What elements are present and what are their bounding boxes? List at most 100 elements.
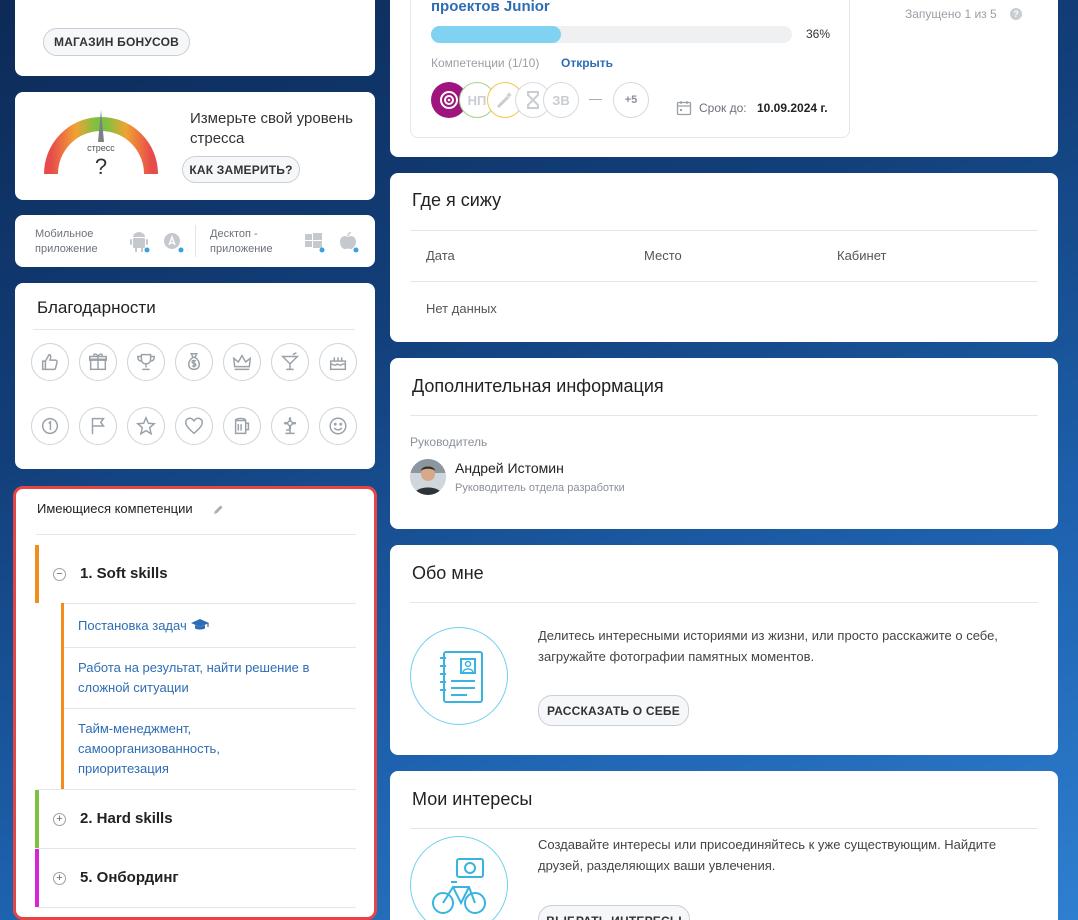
- windows-icon[interactable]: [303, 231, 325, 253]
- competencies-divider: [36, 534, 356, 535]
- seat-col-place: Место: [644, 248, 682, 263]
- manager-name[interactable]: Андрей Истомин: [455, 460, 564, 476]
- group-divider: [38, 789, 356, 790]
- help-icon[interactable]: ?: [1010, 8, 1022, 20]
- about-title: Обо мне: [412, 563, 484, 583]
- seat-header-divider: [410, 281, 1038, 282]
- beer-icon[interactable]: [223, 407, 261, 445]
- about-text: Делитесь интересными историями из жизни,…: [538, 628, 998, 664]
- interests-title: Мои интересы: [412, 789, 533, 809]
- onboarding-color-bar: [35, 849, 39, 907]
- thanks-divider: [33, 329, 355, 330]
- extra-info-card: Дополнительная информация Руководитель А…: [390, 358, 1058, 529]
- seat-col-cabinet: Кабинет: [837, 248, 887, 263]
- competence-chip-zv[interactable]: ЗВ: [543, 82, 579, 118]
- heart-icon[interactable]: [175, 407, 213, 445]
- interests-card: Мои интересы Создавайте интересы или при…: [390, 771, 1058, 920]
- about-card: Обо мне Делитесь интересными историями и…: [390, 545, 1058, 755]
- course-progress-track: [431, 26, 792, 43]
- flower-icon[interactable]: [271, 407, 309, 445]
- gift-icon[interactable]: [79, 343, 117, 381]
- crown-icon[interactable]: [223, 343, 261, 381]
- profile-document-icon: [440, 651, 483, 703]
- soft-skills-color-bar: [35, 545, 39, 603]
- choose-interests-button[interactable]: ВЫБРАТЬ ИНТЕРЕСЫ: [538, 905, 690, 920]
- soft-skills-group-label[interactable]: 1. Soft skills: [80, 565, 168, 582]
- stress-card: стресс ? Измерьте свой уровень стресса К…: [15, 92, 375, 200]
- soft-item-time-management[interactable]: Тайм-менеджмент, самоорганизованность, п…: [78, 719, 248, 779]
- hard-skills-group-label[interactable]: 2. Hard skills: [80, 810, 173, 827]
- bonus-shop-button[interactable]: МАГАЗИН БОНУСОВ: [43, 28, 190, 56]
- course-progress-text: 36%: [806, 27, 831, 41]
- stress-gauge-label: стресс: [87, 143, 115, 153]
- cake-icon[interactable]: [319, 343, 357, 381]
- seat-divider: [410, 230, 1038, 231]
- manager-label: Руководитель: [410, 435, 488, 449]
- apps-divider: [195, 225, 196, 257]
- competencies-card: Имеющиеся компетенции − 1. Soft skills П…: [13, 486, 377, 920]
- money-bag-icon[interactable]: [175, 343, 213, 381]
- soft-item-color-bar: [61, 603, 64, 789]
- apple-icon[interactable]: [337, 231, 359, 253]
- bicycle-camera-icon: [432, 858, 486, 914]
- how-to-measure-button[interactable]: КАК ЗАМЕРИТЬ?: [182, 156, 300, 183]
- flag-icon[interactable]: [79, 407, 117, 445]
- more-competences-button[interactable]: +5: [613, 82, 649, 118]
- seat-empty-text: Нет данных: [426, 301, 497, 316]
- extra-info-title: Дополнительная информация: [412, 376, 664, 396]
- interests-illustration: [410, 836, 508, 920]
- soft-item-task-setting-label[interactable]: Постановка задач: [78, 618, 187, 633]
- group-divider: [38, 848, 356, 849]
- launched-text: Запущено 1 из 5: [905, 7, 997, 21]
- thanks-card: Благодарности: [15, 283, 375, 469]
- course-title[interactable]: проектов Junior: [431, 0, 550, 15]
- onboarding-group-label[interactable]: 5. Онбординг: [80, 869, 179, 886]
- soft-skills-toggle-icon[interactable]: −: [53, 568, 66, 581]
- group-divider: [61, 603, 356, 604]
- tell-about-yourself-button[interactable]: РАССКАЗАТЬ О СЕБЕ: [538, 695, 689, 726]
- graduation-cap-icon: [191, 619, 210, 630]
- deadline-label: Срок до:: [699, 101, 747, 115]
- item-divider: [64, 647, 356, 648]
- cocktail-icon[interactable]: [271, 343, 309, 381]
- soft-item-result-work[interactable]: Работа на результат, найти решение в сло…: [78, 658, 328, 698]
- seat-card: Где я сижу Дата Место Кабинет Нет данных: [390, 173, 1058, 342]
- course-progress-fill: [431, 26, 561, 43]
- interests-text: Создавайте интересы или присоединяйтесь …: [538, 837, 997, 873]
- item-divider: [64, 708, 356, 709]
- star-icon[interactable]: [127, 407, 165, 445]
- edit-pencil-icon[interactable]: [212, 504, 224, 516]
- trophy-icon[interactable]: [127, 343, 165, 381]
- soft-item-task-setting[interactable]: Постановка задач: [78, 616, 210, 636]
- number-one-icon[interactable]: [31, 407, 69, 445]
- smile-icon[interactable]: [319, 407, 357, 445]
- calendar-icon: [676, 101, 692, 116]
- extra-info-divider: [410, 415, 1038, 416]
- competencies-title: Имеющиеся компетенции: [37, 501, 193, 516]
- about-divider: [410, 602, 1038, 603]
- hard-skills-toggle-icon[interactable]: +: [53, 813, 66, 826]
- about-illustration: [410, 627, 508, 725]
- competences-open-link[interactable]: Открыть: [561, 56, 613, 70]
- mobile-app-label: Мобильное приложение: [35, 228, 98, 255]
- apps-card: Мобильное приложение Десктоп - приложени…: [15, 215, 375, 267]
- stress-gauge-value: ?: [94, 154, 108, 179]
- android-icon[interactable]: [128, 231, 150, 253]
- seat-col-date: Дата: [426, 248, 455, 263]
- desktop-app-label: Десктоп - приложение: [210, 228, 273, 255]
- avatar[interactable]: [410, 459, 446, 495]
- thanks-title: Благодарности: [37, 298, 156, 317]
- onboarding-toggle-icon[interactable]: +: [53, 872, 66, 885]
- bonus-card: МАГАЗИН БОНУСОВ: [15, 0, 375, 76]
- interests-divider: [410, 828, 1038, 829]
- competences-counter: Компетенции (1/10): [431, 56, 540, 70]
- group-divider: [38, 907, 356, 908]
- stress-text: Измерьте свой уровень стресса: [190, 110, 353, 147]
- thumbs-up-icon[interactable]: [31, 343, 69, 381]
- hard-skills-color-bar: [35, 790, 39, 848]
- deadline-value: 10.09.2024 г.: [757, 101, 828, 115]
- seat-title: Где я сижу: [412, 190, 502, 210]
- manager-role: Руководитель отдела разработки: [455, 482, 625, 494]
- course-card: проектов Junior 36% Компетенции (1/10) О…: [390, 0, 1058, 157]
- app-store-icon[interactable]: [162, 231, 184, 253]
